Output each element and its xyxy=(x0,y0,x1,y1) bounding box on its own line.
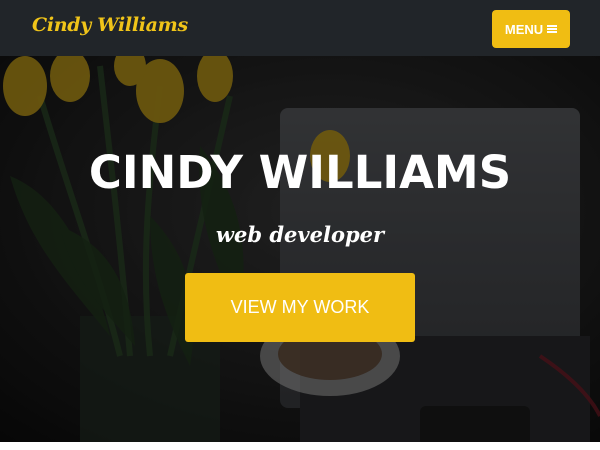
hero-subtitle: web developer xyxy=(215,222,385,247)
menu-button[interactable]: MENU xyxy=(492,10,570,48)
bars-icon xyxy=(547,25,558,33)
menu-label: MENU xyxy=(504,21,544,37)
view-my-work-button[interactable]: VIEW MY WORK xyxy=(185,273,415,342)
hero-section: CINDY WILLIAMS web developer VIEW MY WOR… xyxy=(0,56,600,442)
hero-background-image xyxy=(0,56,600,442)
navbar: Cindy Williams MENU xyxy=(0,0,600,56)
hero-title: CINDY WILLIAMS xyxy=(88,146,512,199)
brand-logo[interactable]: Cindy Williams xyxy=(32,14,188,36)
